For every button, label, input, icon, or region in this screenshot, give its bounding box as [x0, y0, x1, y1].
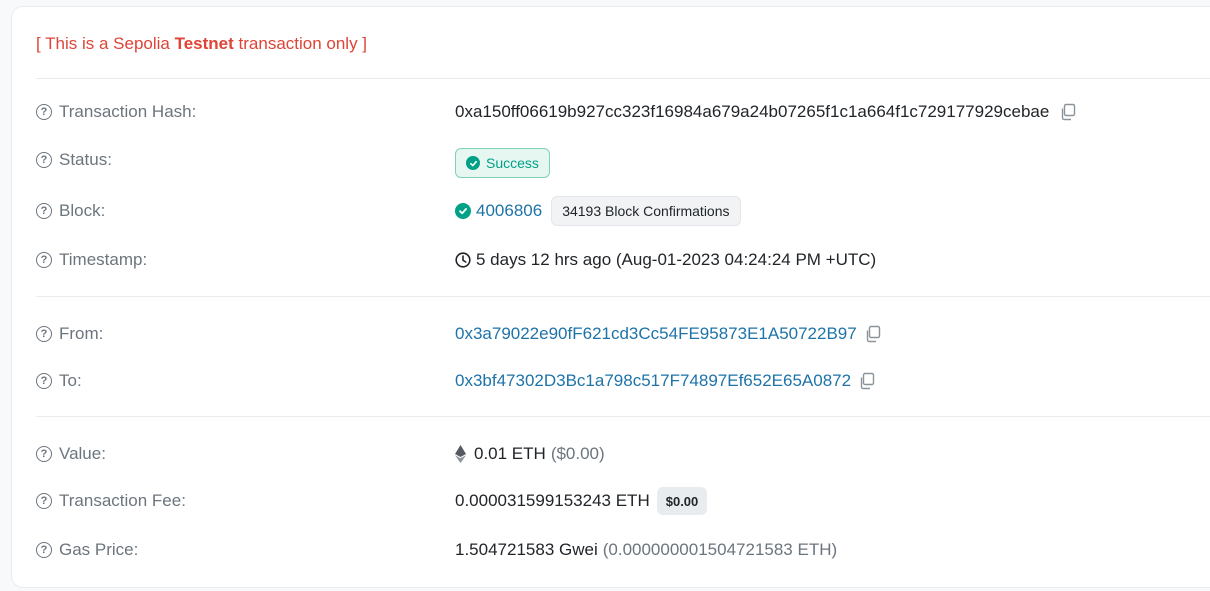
- fee-value-wrap: 0.000031599153243 ETH $0.00: [455, 487, 708, 515]
- testnet-notice: [ This is a Sepolia Testnet transaction …: [36, 34, 367, 54]
- row-to: ? To: 0x3bf47302D3Bc1a798c517F74897Ef652…: [36, 368, 1210, 394]
- testnet-notice-prefix: [ This is a Sepolia: [36, 34, 175, 53]
- testnet-notice-suffix: transaction only ]: [233, 34, 368, 53]
- copy-icon[interactable]: [1059, 103, 1077, 121]
- label-transaction-hash: ? Transaction Hash:: [36, 102, 196, 122]
- question-circle-icon[interactable]: ?: [36, 152, 52, 168]
- block-confirmations-badge: 34193 Block Confirmations: [551, 196, 741, 226]
- row-status: ? Status: Success: [36, 147, 1210, 178]
- row-block: ? Block: 4006806 34193 Block Confirmatio…: [36, 196, 1210, 226]
- gas-price-eth: (0.000000001504721583 ETH): [602, 540, 838, 559]
- label-gas-price: ? Gas Price:: [36, 540, 138, 560]
- transaction-hash-value-wrap: 0xa150ff06619b927cc323f16984a679a24b0726…: [455, 102, 1077, 122]
- question-circle-icon[interactable]: ?: [36, 373, 52, 389]
- question-circle-icon[interactable]: ?: [36, 104, 52, 120]
- row-value: ? Value: 0.01 ETH ($0.00): [36, 441, 1210, 467]
- label-text: From:: [59, 324, 104, 343]
- row-from: ? From: 0x3a79022e90fF621cd3Cc54FE95873E…: [36, 321, 1210, 347]
- block-number-link[interactable]: 4006806: [476, 201, 542, 221]
- question-circle-icon[interactable]: ?: [36, 252, 52, 268]
- status-text: Success: [486, 155, 539, 171]
- transaction-hash-value: 0xa150ff06619b927cc323f16984a679a24b0726…: [455, 102, 1050, 121]
- row-gas-price: ? Gas Price: 1.504721583 Gwei (0.0000000…: [36, 537, 1210, 563]
- block-value-wrap: 4006806 34193 Block Confirmations: [455, 196, 741, 226]
- row-timestamp: ? Timestamp: 5 days 12 hrs ago (Aug-01-2…: [36, 247, 1210, 273]
- question-circle-icon[interactable]: ?: [36, 203, 52, 219]
- label-text: Transaction Fee:: [59, 491, 186, 510]
- timestamp-value-wrap: 5 days 12 hrs ago (Aug-01-2023 04:24:24 …: [455, 250, 876, 270]
- label-status: ? Status:: [36, 150, 112, 170]
- from-value-wrap: 0x3a79022e90fF621cd3Cc54FE95873E1A50722B…: [455, 324, 882, 344]
- clock-icon: [455, 252, 471, 268]
- from-address-link[interactable]: 0x3a79022e90fF621cd3Cc54FE95873E1A50722B…: [455, 324, 857, 344]
- copy-icon[interactable]: [864, 325, 882, 343]
- label-from: ? From:: [36, 324, 103, 344]
- label-text: Block:: [59, 201, 106, 220]
- value-usd: ($0.00): [550, 444, 605, 463]
- value-eth: 0.01 ETH: [474, 444, 546, 463]
- divider: [36, 416, 1210, 417]
- label-transaction-fee: ? Transaction Fee:: [36, 491, 186, 511]
- row-transaction-fee: ? Transaction Fee: 0.000031599153243 ETH…: [36, 487, 1210, 515]
- to-address-link[interactable]: 0x3bf47302D3Bc1a798c517F74897Ef652E65A08…: [455, 371, 851, 391]
- question-circle-icon[interactable]: ?: [36, 542, 52, 558]
- status-value-wrap: Success: [455, 148, 550, 178]
- check-circle-icon: [455, 203, 471, 219]
- status-badge: Success: [455, 148, 550, 178]
- check-circle-icon: [466, 156, 480, 170]
- label-text: Status:: [59, 150, 112, 169]
- fee-eth: 0.000031599153243 ETH: [455, 491, 650, 510]
- gas-price-value-wrap: 1.504721583 Gwei (0.000000001504721583 E…: [455, 540, 837, 560]
- divider: [36, 78, 1210, 79]
- label-timestamp: ? Timestamp:: [36, 250, 147, 270]
- label-text: Gas Price:: [59, 540, 139, 559]
- label-to: ? To:: [36, 371, 82, 391]
- value-value-wrap: 0.01 ETH ($0.00): [455, 444, 605, 464]
- label-text: To:: [59, 371, 82, 390]
- label-text: Value:: [59, 444, 106, 463]
- fee-usd-badge: $0.00: [656, 487, 708, 515]
- row-transaction-hash: ? Transaction Hash: 0xa150ff06619b927cc3…: [36, 99, 1210, 125]
- to-value-wrap: 0x3bf47302D3Bc1a798c517F74897Ef652E65A08…: [455, 371, 876, 391]
- question-circle-icon[interactable]: ?: [36, 326, 52, 342]
- timestamp-value: 5 days 12 hrs ago (Aug-01-2023 04:24:24 …: [476, 250, 877, 269]
- label-value: ? Value:: [36, 444, 106, 464]
- question-circle-icon[interactable]: ?: [36, 446, 52, 462]
- gas-price-gwei: 1.504721583 Gwei: [455, 540, 598, 559]
- label-block: ? Block:: [36, 201, 105, 221]
- label-text: Timestamp:: [59, 250, 148, 269]
- label-text: Transaction Hash:: [59, 102, 197, 121]
- testnet-notice-bold: Testnet: [174, 34, 234, 53]
- copy-icon[interactable]: [858, 372, 876, 390]
- question-circle-icon[interactable]: ?: [36, 493, 52, 509]
- divider: [36, 296, 1210, 297]
- ethereum-icon: [455, 445, 466, 463]
